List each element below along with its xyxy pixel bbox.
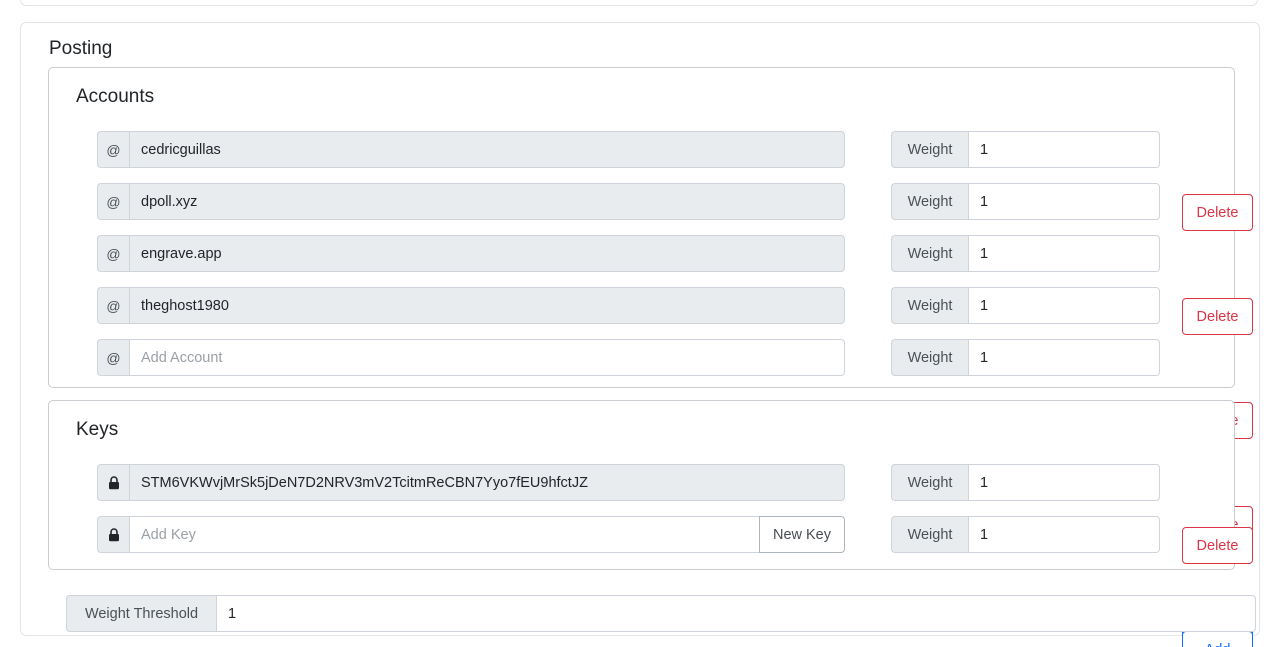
weight-label: Weight	[891, 131, 968, 168]
weight-input-group: Weight 1	[891, 339, 1160, 376]
page-title: Posting	[49, 38, 113, 59]
at-icon: @	[97, 287, 129, 324]
add-key-input[interactable]: Add Key	[129, 516, 759, 553]
add-key-button[interactable]: Add	[1182, 631, 1253, 647]
at-icon: @	[97, 235, 129, 272]
weight-input[interactable]: 1	[968, 464, 1160, 501]
weight-input-group: Weight 1	[891, 235, 1160, 272]
account-name-field[interactable]: engrave.app	[129, 235, 845, 272]
account-input-group: @ dpoll.xyz	[97, 183, 845, 220]
accounts-title: Accounts	[76, 86, 155, 107]
weight-threshold-label: Weight Threshold	[66, 595, 216, 632]
add-account-input-group: @ Add Account	[97, 339, 845, 376]
account-name-field[interactable]: cedricguillas	[129, 131, 845, 168]
account-input-group: @ cedricguillas	[97, 131, 845, 168]
lock-icon	[97, 516, 129, 553]
table-row: @ theghost1980 Weight 1 Delete	[49, 287, 1253, 543]
add-account-input[interactable]: Add Account	[129, 339, 845, 376]
keys-title: Keys	[76, 419, 119, 440]
weight-threshold-input[interactable]: 1	[216, 595, 1256, 632]
table-row: @ dpoll.xyz Weight 1 Delete	[49, 183, 1253, 335]
weight-input[interactable]: 1	[968, 287, 1160, 324]
lock-icon	[97, 464, 129, 501]
weight-input-group: Weight 1	[891, 287, 1160, 324]
account-name-field[interactable]: theghost1980	[129, 287, 845, 324]
table-row: @ engrave.app Weight 1 Delete	[49, 235, 1253, 439]
at-icon: @	[97, 131, 129, 168]
key-input-group: STM6VKWvjMrSk5jDeN7D2NRV3mV2TcitmReCBN7Y…	[97, 464, 845, 501]
at-icon: @	[97, 183, 129, 220]
account-name-field[interactable]: dpoll.xyz	[129, 183, 845, 220]
weight-input[interactable]: 1	[968, 339, 1160, 376]
account-input-group: @ theghost1980	[97, 287, 845, 324]
weight-input[interactable]: 1	[968, 183, 1160, 220]
add-account-row: @ Add Account Weight 1 Add	[49, 339, 1253, 647]
weight-threshold-group: Weight Threshold 1	[66, 595, 1256, 632]
weight-label: Weight	[891, 235, 968, 272]
previous-card-edge	[20, 0, 1258, 6]
weight-input[interactable]: 1	[968, 516, 1160, 553]
add-key-row: Add Key New Key Weight 1 Add	[49, 516, 1253, 647]
weight-label: Weight	[891, 464, 968, 501]
weight-label: Weight	[891, 183, 968, 220]
weight-input[interactable]: 1	[968, 235, 1160, 272]
table-row: @ cedricguillas Weight 1 Delete	[49, 131, 1253, 231]
keys-fieldset: Keys STM6VKWvjMrSk5jDeN7D2NRV3mV2TcitmRe…	[48, 400, 1253, 647]
new-key-button[interactable]: New Key	[758, 516, 845, 553]
weight-input-group: Weight 1	[891, 131, 1160, 168]
weight-label: Weight	[891, 287, 968, 324]
posting-authority-panel: Posting Accounts @ cedricguillas Weight …	[0, 0, 1280, 647]
weight-input-group: Weight 1	[891, 183, 1160, 220]
key-value-field[interactable]: STM6VKWvjMrSk5jDeN7D2NRV3mV2TcitmReCBN7Y…	[129, 464, 845, 501]
posting-card: Posting Accounts @ cedricguillas Weight …	[20, 22, 1260, 647]
weight-input-group: Weight 1	[891, 464, 1160, 501]
weight-input[interactable]: 1	[968, 131, 1160, 168]
at-icon: @	[97, 339, 129, 376]
account-input-group: @ engrave.app	[97, 235, 845, 272]
add-key-input-group: Add Key New Key	[97, 516, 845, 553]
table-row: STM6VKWvjMrSk5jDeN7D2NRV3mV2TcitmReCBN7Y…	[49, 464, 1253, 564]
weight-label: Weight	[891, 339, 968, 376]
accounts-fieldset: Accounts @ cedricguillas Weight 1 Delete…	[48, 67, 1253, 647]
weight-input-group: Weight 1	[891, 516, 1160, 553]
weight-label: Weight	[891, 516, 968, 553]
